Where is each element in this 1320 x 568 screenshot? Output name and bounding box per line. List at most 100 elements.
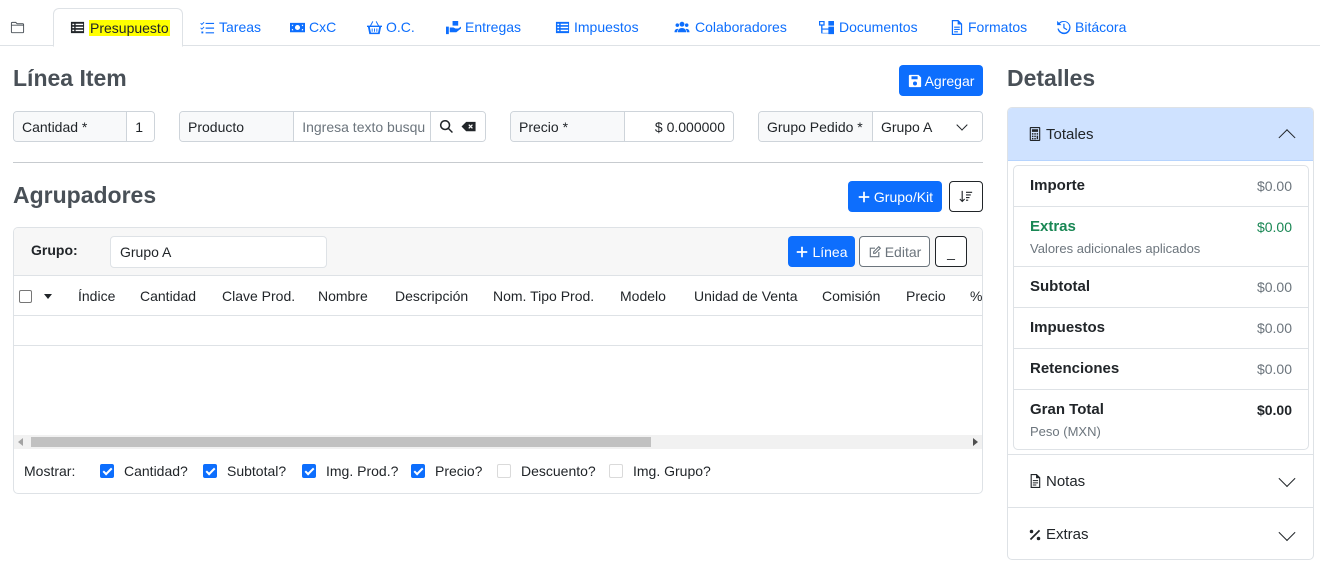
- mostrar-subtotal-checkbox[interactable]: Subtotal?: [203, 461, 286, 481]
- tab-presupuesto[interactable]: Presupuesto: [53, 8, 183, 47]
- precio-label: Precio *: [511, 112, 625, 141]
- sort-button[interactable]: [949, 181, 983, 212]
- editar-button[interactable]: Editar: [859, 236, 930, 267]
- tab-label: Bitácora: [1075, 19, 1127, 35]
- table-row: [14, 345, 982, 346]
- tab-documentos[interactable]: Documentos: [818, 8, 918, 46]
- select-dropdown-caret[interactable]: [44, 276, 52, 316]
- table-header: Índice Cantidad Clave Prod. Nombre Descr…: [14, 276, 982, 316]
- cantidad-label: Cantidad *: [14, 112, 128, 141]
- plus-icon: [858, 191, 870, 202]
- folder-icon: [10, 21, 25, 33]
- precio-input[interactable]: $ 0.000000: [624, 112, 733, 141]
- basket-icon: [367, 20, 382, 34]
- tab-impuestos[interactable]: Impuestos: [555, 8, 639, 46]
- tab-label: Presupuesto: [89, 19, 170, 36]
- notas-label: Notas: [1046, 472, 1086, 490]
- chevron-down-icon: [956, 119, 968, 131]
- extras-label: Extras: [1046, 526, 1089, 543]
- grupo-pedido-group: Grupo Pedido * Grupo A: [758, 111, 983, 142]
- tab-cxc[interactable]: CxC: [290, 8, 336, 46]
- cantidad-input[interactable]: 1: [127, 112, 154, 141]
- calculator-icon: [1029, 127, 1041, 141]
- total-row-impuestos: Impuestos $0.00: [1014, 308, 1308, 349]
- tab-oc[interactable]: O.C.: [367, 8, 415, 46]
- save-icon: [908, 74, 921, 87]
- column-header[interactable]: Unidad de Venta: [694, 276, 798, 316]
- linea-button[interactable]: Línea: [788, 236, 855, 267]
- plus-icon: [797, 246, 808, 257]
- tab-entregas[interactable]: Entregas: [446, 8, 521, 46]
- column-header[interactable]: Descripción: [395, 276, 468, 316]
- tab-colaboradores[interactable]: Colaboradores: [673, 8, 787, 46]
- tab-bitacora[interactable]: Bitácora: [1056, 8, 1126, 46]
- mostrar-precio-checkbox[interactable]: Precio?: [411, 461, 482, 481]
- list-icon: [70, 21, 85, 34]
- column-header[interactable]: %: [970, 276, 982, 316]
- grupo-input[interactable]: Grupo A: [110, 236, 327, 268]
- mostrar-cantidad-checkbox[interactable]: Cantidad?: [100, 461, 188, 481]
- column-header[interactable]: Cantidad: [140, 276, 196, 316]
- tab-folder[interactable]: [10, 8, 29, 46]
- total-row-extras: Extras $0.00 Valores adicionales aplicad…: [1014, 207, 1308, 267]
- linea-label: Línea: [812, 243, 848, 260]
- scroll-left-icon[interactable]: [18, 438, 23, 446]
- totales-accordion-header[interactable]: Totales: [1008, 108, 1313, 161]
- column-header[interactable]: Comisión: [822, 276, 880, 316]
- list-icon: [555, 21, 570, 33]
- column-header[interactable]: Nombre: [318, 276, 368, 316]
- checklist-icon: [200, 21, 215, 33]
- edit-icon: [869, 245, 881, 257]
- tab-formatos[interactable]: Formatos: [949, 8, 1027, 46]
- mostrar-img-prod-checkbox[interactable]: Img. Prod.?: [302, 461, 398, 481]
- tab-label: Documentos: [839, 19, 918, 35]
- producto-label: Producto: [180, 112, 295, 141]
- delivery-icon: [446, 20, 461, 34]
- horizontal-scrollbar[interactable]: [14, 435, 982, 449]
- grupo-kit-button[interactable]: Grupo/Kit: [848, 181, 942, 212]
- file-text-icon: [951, 19, 963, 35]
- tab-tareas[interactable]: Tareas: [200, 8, 261, 46]
- total-row-importe: Importe $0.00: [1014, 166, 1308, 207]
- column-header[interactable]: Nom. Tipo Prod.: [493, 276, 594, 316]
- column-header[interactable]: Clave Prod.: [222, 276, 295, 316]
- tab-label: Formatos: [968, 19, 1028, 35]
- sort-down-icon: [959, 190, 973, 202]
- backspace-icon[interactable]: [461, 119, 477, 134]
- column-header[interactable]: Índice: [78, 276, 115, 316]
- tab-label: Entregas: [465, 19, 522, 35]
- mostrar-options: Mostrar: Cantidad? Subtotal? Img. Prod.?…: [24, 461, 974, 481]
- tab-label: O.C.: [386, 19, 415, 35]
- grupo-pedido-select[interactable]: Grupo A: [872, 112, 982, 141]
- minimize-button[interactable]: _: [935, 236, 967, 267]
- select-all-checkbox[interactable]: [19, 276, 32, 316]
- section-title-agrupadores: Agrupadores: [13, 182, 157, 208]
- percent-icon: [1029, 529, 1041, 540]
- grupo-label: Grupo:: [31, 242, 78, 258]
- mostrar-label: Mostrar:: [24, 463, 76, 479]
- file-text-icon: [1030, 474, 1041, 488]
- mostrar-descuento-checkbox[interactable]: Descuento?: [497, 461, 596, 481]
- total-row-retenciones: Retenciones $0.00: [1014, 349, 1308, 390]
- grupo-pedido-value: Grupo A: [880, 118, 933, 135]
- detalles-accordion: Totales Importe $0.00 Extras $0.00 Valor…: [1007, 107, 1314, 560]
- mostrar-img-grupo-checkbox[interactable]: Img. Grupo?: [609, 461, 711, 481]
- column-header[interactable]: Modelo: [620, 276, 666, 316]
- chevron-down-icon: [1278, 470, 1296, 488]
- agrupadores-card: Grupo: Grupo A Línea Editar _ Índice Can…: [13, 227, 983, 494]
- tab-label: CxC: [309, 19, 337, 35]
- scrollbar-thumb[interactable]: [31, 437, 651, 447]
- extras-accordion-header[interactable]: Extras: [1008, 508, 1313, 559]
- producto-search-input[interactable]: Ingresa texto busqu: [294, 112, 431, 141]
- search-icon[interactable]: [439, 119, 454, 134]
- agregar-button[interactable]: Agregar: [899, 65, 983, 96]
- totales-label: Totales: [1046, 125, 1094, 143]
- column-header[interactable]: Precio: [906, 276, 946, 316]
- chevron-up-icon: [1278, 129, 1296, 147]
- cantidad-group: Cantidad * 1: [13, 111, 155, 142]
- producto-group: Producto Ingresa texto busqu: [179, 111, 486, 142]
- editar-label: Editar: [884, 243, 922, 260]
- notas-accordion-header[interactable]: Notas: [1008, 455, 1313, 508]
- scroll-right-icon[interactable]: [973, 438, 978, 446]
- tab-label: Colaboradores: [695, 19, 787, 35]
